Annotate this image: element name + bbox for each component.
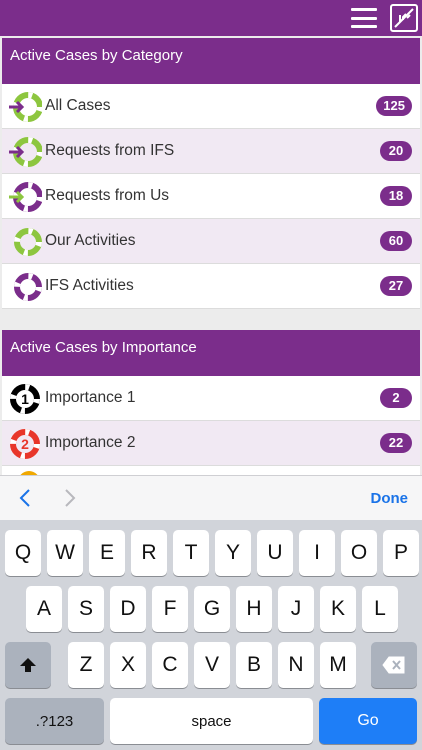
lifebuoy-arrow-icon [2,129,44,174]
key-s[interactable]: S [68,586,104,632]
key-b[interactable]: B [236,642,272,688]
hamburger-menu-icon[interactable] [351,6,377,30]
category-row-requests-from-us[interactable]: Requests from Us 18 [2,174,420,219]
onscreen-keyboard: Q W E R T Y U I O P A S D F G H J K L Z … [0,520,422,750]
key-k[interactable]: K [320,586,356,632]
delete-key[interactable] [371,642,417,688]
key-n[interactable]: N [278,642,314,688]
count-badge: 60 [380,231,412,251]
importance-row-2[interactable]: 2 Importance 2 22 [2,421,420,466]
ifs-logo-icon[interactable] [390,4,418,32]
key-q[interactable]: Q [5,530,41,576]
go-key[interactable]: Go [319,698,417,744]
category-label: Requests from Us [45,187,170,204]
category-label: All Cases [45,97,111,114]
importance-panel: Active Cases by Importance 1 Importance … [2,330,420,475]
key-p[interactable]: P [383,530,419,576]
key-r[interactable]: R [131,530,167,576]
key-v[interactable]: V [194,642,230,688]
category-row-all-cases[interactable]: All Cases 125 [2,84,420,129]
category-panel-title: Active Cases by Category [2,38,420,84]
space-key[interactable]: space [110,698,313,744]
shift-arrow-icon [20,658,36,672]
svg-text:2: 2 [21,436,29,452]
key-z[interactable]: Z [68,642,104,688]
app-bar [0,0,422,36]
key-a[interactable]: A [26,586,62,632]
category-row-requests-from-ifs[interactable]: Requests from IFS 20 [2,129,420,174]
key-l[interactable]: L [362,586,398,632]
shift-key[interactable] [5,642,51,688]
key-o[interactable]: O [341,530,377,576]
importance-row-1[interactable]: 1 Importance 1 2 [2,376,420,421]
key-h[interactable]: H [236,586,272,632]
keyboard-accessory-bar: Done [0,475,422,520]
key-g[interactable]: G [194,586,230,632]
importance-label: Importance 1 [45,389,136,406]
lifebuoy-icon [2,219,44,264]
key-x[interactable]: X [110,642,146,688]
importance-panel-title: Active Cases by Importance [2,330,420,376]
previous-field-chevron-icon[interactable] [17,488,35,508]
category-row-ifs-activities[interactable]: IFS Activities 27 [2,264,420,309]
key-y[interactable]: Y [215,530,251,576]
next-field-chevron-icon[interactable] [60,488,78,508]
importance-2-icon: 2 [2,421,44,466]
svg-text:1: 1 [21,391,29,407]
importance-label: Importance 2 [45,434,136,451]
importance-row-3-partial [2,466,420,475]
count-badge: 27 [380,276,412,296]
key-i[interactable]: I [299,530,335,576]
key-t[interactable]: T [173,530,209,576]
numbers-key[interactable]: .?123 [5,698,104,744]
category-label: Our Activities [45,232,136,249]
category-panel: Active Cases by Category All Cases 125 R… [2,38,420,309]
count-badge: 18 [380,186,412,206]
backspace-icon [382,656,405,674]
key-d[interactable]: D [110,586,146,632]
count-badge: 20 [380,141,412,161]
done-button[interactable]: Done [371,490,409,507]
lifebuoy-icon [2,264,44,309]
key-w[interactable]: W [47,530,83,576]
count-badge: 22 [380,433,412,453]
count-badge: 125 [376,96,412,116]
category-label: Requests from IFS [45,142,175,159]
key-u[interactable]: U [257,530,293,576]
key-c[interactable]: C [152,642,188,688]
key-j[interactable]: J [278,586,314,632]
importance-1-icon: 1 [2,376,44,421]
category-label: IFS Activities [45,277,134,294]
key-e[interactable]: E [89,530,125,576]
lifebuoy-arrow-icon [2,174,44,219]
key-f[interactable]: F [152,586,188,632]
lifebuoy-arrow-icon [2,84,44,129]
key-m[interactable]: M [320,642,356,688]
count-badge: 2 [380,388,412,408]
category-row-our-activities[interactable]: Our Activities 60 [2,219,420,264]
